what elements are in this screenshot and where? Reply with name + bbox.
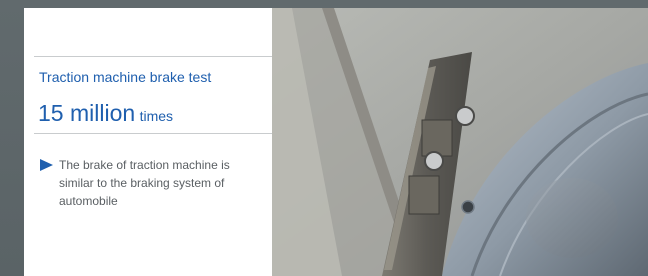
hub-hole	[461, 200, 475, 214]
info-panel: Traction machine brake test 15 million t…	[24, 8, 272, 276]
description-block: The brake of traction machine is similar…	[40, 156, 265, 210]
slide: Traction machine brake test 15 million t…	[0, 0, 648, 276]
headline-number: 15 million	[38, 100, 136, 126]
bottom-divider	[34, 133, 272, 134]
top-divider	[34, 56, 272, 57]
bolt-lower	[424, 151, 444, 171]
headline-unit: times	[139, 108, 174, 124]
brake-photo	[272, 8, 648, 276]
bolt-upper	[455, 106, 475, 126]
description-text: The brake of traction machine is similar…	[59, 158, 230, 208]
panel-heading: Traction machine brake test	[39, 69, 212, 85]
triangle-arrow-right-icon	[40, 159, 53, 171]
headline: 15 million times	[38, 100, 173, 130]
